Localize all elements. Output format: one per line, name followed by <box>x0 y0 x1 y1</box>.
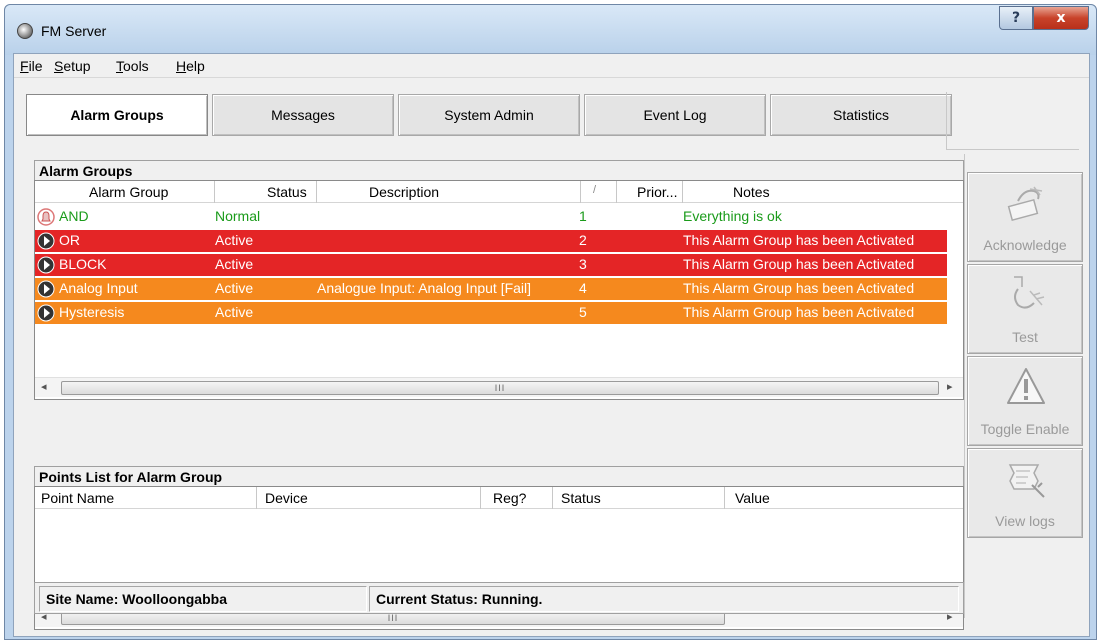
action-panel: Acknowledge Test Toggle Enable View logs <box>964 154 1084 618</box>
row-alarm-group: Analog Input <box>59 280 138 296</box>
alarm-groups-header: Alarm Groups <box>34 160 964 180</box>
menu-help[interactable]: Help <box>176 58 205 74</box>
col-device[interactable]: Device <box>257 487 481 509</box>
row-description: Analogue Input: Analog Input [Fail] <box>317 280 532 296</box>
toggle-enable-button[interactable]: Toggle Enable <box>967 356 1083 446</box>
row-status: Active <box>215 280 254 296</box>
menu-bar: File Setup Tools Help <box>14 54 1089 78</box>
row-priority: 1 <box>579 208 587 224</box>
title-bar[interactable]: FM Server ? x <box>5 5 1096 55</box>
scroll-left-arrow[interactable]: ◂ <box>41 380 47 393</box>
row-notes: This Alarm Group has been Activated <box>683 280 915 296</box>
tab-event-log[interactable]: Event Log <box>584 94 766 136</box>
alarm-groups-column-headers: Alarm Group Status Description / Prior..… <box>35 181 963 203</box>
tab-system-admin[interactable]: System Admin <box>398 94 580 136</box>
tab-filler <box>946 92 1079 150</box>
row-notes: This Alarm Group has been Activated <box>683 304 915 320</box>
col-reg[interactable]: Reg? <box>481 487 553 509</box>
col-status[interactable]: Status <box>215 181 317 203</box>
view-logs-icon <box>1008 464 1045 498</box>
acknowledge-icon <box>1007 186 1043 222</box>
row-priority: 2 <box>579 232 587 248</box>
alarm-groups-list[interactable]: Alarm Group Status Description / Prior..… <box>34 180 964 400</box>
row-status: Active <box>215 232 254 248</box>
row-notes: Everything is ok <box>683 208 782 224</box>
current-status: Current Status: Running. <box>369 586 959 612</box>
test-icon <box>1014 276 1045 309</box>
row-status: Normal <box>215 208 261 224</box>
toggle-enable-label: Toggle Enable <box>980 421 1070 437</box>
col-notes[interactable]: Notes <box>683 181 963 203</box>
alarm-active-icon <box>37 256 55 274</box>
table-row[interactable]: Hysteresis Active 5 This Alarm Group has… <box>35 302 947 324</box>
scroll-right-arrow[interactable]: ▸ <box>947 380 953 393</box>
app-window: FM Server ? x File Setup Tools Help Alar… <box>4 4 1097 640</box>
acknowledge-label: Acknowledge <box>983 237 1067 253</box>
col-alarm-group[interactable]: Alarm Group <box>35 181 215 203</box>
test-button[interactable]: Test <box>967 264 1083 354</box>
row-status: Active <box>215 256 254 272</box>
points-list-column-headers: Point Name Device Reg? Status Value <box>35 487 963 509</box>
row-alarm-group: AND <box>59 208 89 224</box>
col-value[interactable]: Value <box>725 487 963 509</box>
view-logs-label: View logs <box>995 513 1055 529</box>
app-logo-icon <box>17 23 33 39</box>
col-sort-indicator[interactable]: / <box>581 181 617 203</box>
alarm-active-icon <box>37 232 55 250</box>
client-area: File Setup Tools Help Alarm Groups Messa… <box>13 53 1090 637</box>
table-row[interactable]: OR Active 2 This Alarm Group has been Ac… <box>35 230 947 252</box>
menu-setup[interactable]: Setup <box>54 58 91 74</box>
row-priority: 3 <box>579 256 587 272</box>
table-row[interactable]: AND Normal 1 Everything is ok <box>35 206 947 228</box>
site-name-status: Site Name: Woolloongabba <box>39 586 367 612</box>
tab-alarm-groups[interactable]: Alarm Groups <box>26 94 208 136</box>
menu-file[interactable]: File <box>20 58 43 74</box>
row-alarm-group: OR <box>59 232 80 248</box>
view-logs-button[interactable]: View logs <box>967 448 1083 538</box>
row-alarm-group: BLOCK <box>59 256 107 272</box>
test-label: Test <box>1012 329 1038 345</box>
table-row[interactable]: Analog Input Active Analogue Input: Anal… <box>35 278 947 300</box>
alarm-active-icon <box>37 280 55 298</box>
points-list-header: Points List for Alarm Group <box>34 466 964 486</box>
row-alarm-group: Hysteresis <box>59 304 125 320</box>
table-row[interactable]: BLOCK Active 3 This Alarm Group has been… <box>35 254 947 276</box>
tab-messages[interactable]: Messages <box>212 94 394 136</box>
row-notes: This Alarm Group has been Activated <box>683 232 915 248</box>
scroll-thumb[interactable]: III <box>61 381 939 395</box>
row-priority: 4 <box>579 280 587 296</box>
alarm-groups-hscrollbar[interactable]: ◂ III ▸ <box>35 377 963 397</box>
col-description[interactable]: Description <box>317 181 581 203</box>
help-button[interactable]: ? <box>999 6 1033 30</box>
status-bar: Site Name: Woolloongabba Current Status:… <box>34 582 964 614</box>
row-notes: This Alarm Group has been Activated <box>683 256 915 272</box>
menu-tools[interactable]: Tools <box>116 58 149 74</box>
bell-icon <box>37 208 55 226</box>
row-priority: 5 <box>579 304 587 320</box>
warning-icon <box>1007 368 1045 404</box>
col-priority[interactable]: Prior... <box>617 181 683 203</box>
col-point-status[interactable]: Status <box>553 487 725 509</box>
tab-statistics[interactable]: Statistics <box>770 94 952 136</box>
row-status: Active <box>215 304 254 320</box>
window-title: FM Server <box>41 23 107 39</box>
close-button[interactable]: x <box>1033 6 1089 30</box>
col-point-name[interactable]: Point Name <box>35 487 257 509</box>
acknowledge-button[interactable]: Acknowledge <box>967 172 1083 262</box>
alarm-active-icon <box>37 304 55 322</box>
